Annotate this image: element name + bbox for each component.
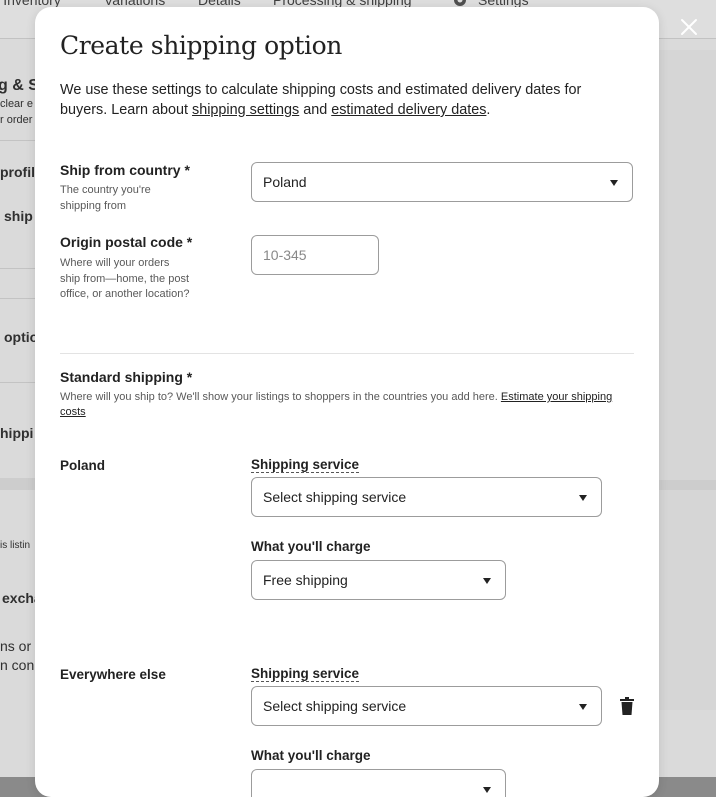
shipping-settings-link[interactable]: shipping settings bbox=[192, 102, 299, 118]
bg-text-10: n con bbox=[0, 657, 35, 673]
shipping-service-label[interactable]: Shipping service bbox=[251, 666, 360, 682]
charge-select[interactable]: Free shipping bbox=[251, 560, 506, 600]
bg-divider bbox=[0, 298, 36, 299]
bg-text-7: is listin bbox=[0, 540, 31, 551]
bg-text-4: ship bbox=[4, 208, 33, 224]
shipping-service-label[interactable]: Shipping service bbox=[251, 457, 360, 473]
chevron-down-icon bbox=[579, 704, 587, 710]
origin-postal-label: Origin postal code * bbox=[60, 234, 193, 250]
section-divider bbox=[60, 353, 634, 354]
bg-text-3: profil bbox=[0, 164, 35, 180]
bg-right-panel bbox=[659, 490, 716, 710]
charge-select[interactable] bbox=[251, 769, 506, 797]
bg-heading: g & S bbox=[0, 77, 39, 94]
destination-country: Everywhere else bbox=[60, 667, 166, 682]
charge-label: What you'll charge bbox=[251, 539, 371, 554]
bg-text-1: clear e bbox=[0, 98, 34, 110]
bg-divider bbox=[0, 268, 36, 269]
chevron-down-icon bbox=[610, 180, 618, 186]
origin-postal-help: Where will your orders ship from—home, t… bbox=[60, 257, 190, 300]
delivery-dates-link[interactable]: estimated delivery dates bbox=[331, 102, 486, 118]
standard-shipping-desc: Where will you ship to? We'll show your … bbox=[60, 391, 613, 418]
chevron-down-icon bbox=[579, 495, 587, 501]
bg-text-2: r order bbox=[0, 114, 33, 126]
dialog-title: Create shipping option bbox=[60, 31, 342, 60]
ship-from-label: Ship from country * bbox=[60, 162, 190, 178]
bg-text-6: hippi bbox=[0, 425, 34, 441]
bg-right-panel bbox=[659, 50, 716, 480]
trash-icon bbox=[620, 697, 634, 715]
delete-destination-button[interactable] bbox=[620, 697, 634, 715]
shipping-service-select[interactable]: Select shipping service bbox=[251, 477, 602, 517]
chevron-down-icon bbox=[483, 578, 491, 584]
bg-text-5: optio bbox=[4, 329, 39, 345]
origin-postal-input[interactable]: 10-345 bbox=[251, 235, 379, 275]
close-button[interactable] bbox=[677, 15, 701, 39]
ship-from-help: The country you're shipping from bbox=[60, 184, 151, 212]
standard-shipping-label: Standard shipping * bbox=[60, 369, 193, 385]
bg-divider bbox=[0, 382, 36, 383]
intro-text: We use these settings to calculate shipp… bbox=[60, 82, 582, 118]
create-shipping-dialog: Create shipping option We use these sett… bbox=[35, 7, 659, 797]
chevron-down-icon bbox=[483, 787, 491, 793]
charge-label: What you'll charge bbox=[251, 748, 371, 763]
shipping-service-select[interactable]: Select shipping service bbox=[251, 686, 602, 726]
ship-from-country-select[interactable]: Poland bbox=[251, 162, 633, 202]
close-icon bbox=[681, 19, 697, 35]
destination-country: Poland bbox=[60, 458, 106, 473]
bg-divider bbox=[0, 140, 36, 141]
